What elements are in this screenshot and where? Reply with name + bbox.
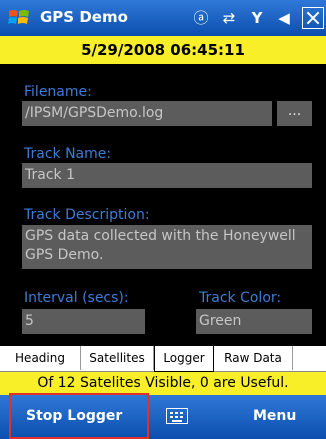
mail-icon[interactable]: ⓐ	[190, 7, 212, 29]
tab-satellites[interactable]: Satellites	[81, 346, 154, 370]
track-color-field[interactable]: Green	[196, 309, 312, 334]
windows-logo-icon[interactable]	[8, 7, 30, 29]
tab-logger[interactable]: Logger	[154, 345, 214, 372]
filename-label: Filename:	[24, 84, 92, 100]
tab-heading[interactable]: Heading	[0, 346, 81, 370]
app-title: GPS Demo	[40, 8, 128, 26]
menu-softkey[interactable]: Menu	[253, 395, 296, 439]
track-color-label: Track Color:	[199, 290, 282, 306]
interval-label: Interval (secs):	[24, 290, 129, 306]
track-name-label: Track Name:	[24, 146, 112, 162]
close-icon[interactable]	[302, 7, 324, 29]
signal-icon[interactable]: Y	[246, 7, 268, 29]
satellite-status: Of 12 Satelites Visible, 0 are Useful.	[0, 372, 326, 395]
volume-icon[interactable]: ◀	[272, 7, 296, 29]
highlight-box	[9, 393, 149, 439]
title-bar: GPS Demo ⓐ ⇄ Y ◀	[0, 0, 326, 36]
browse-button[interactable]: ...	[277, 101, 312, 126]
track-name-field[interactable]: Track 1	[22, 163, 312, 188]
tab-strip: Heading Satellites Logger Raw Data	[0, 345, 326, 372]
datetime-bar: 5/29/2008 06:45:11	[0, 36, 326, 64]
track-description-label: Track Description:	[24, 207, 150, 223]
connectivity-icon[interactable]: ⇄	[218, 7, 240, 29]
tab-raw-data[interactable]: Raw Data	[214, 346, 293, 370]
keyboard-icon[interactable]	[166, 408, 188, 424]
filename-field[interactable]: /IPSM/GPSDemo.log	[22, 101, 272, 126]
interval-field[interactable]: 5	[22, 309, 145, 334]
track-description-field[interactable]: GPS data collected with the Honeywell GP…	[22, 225, 312, 269]
